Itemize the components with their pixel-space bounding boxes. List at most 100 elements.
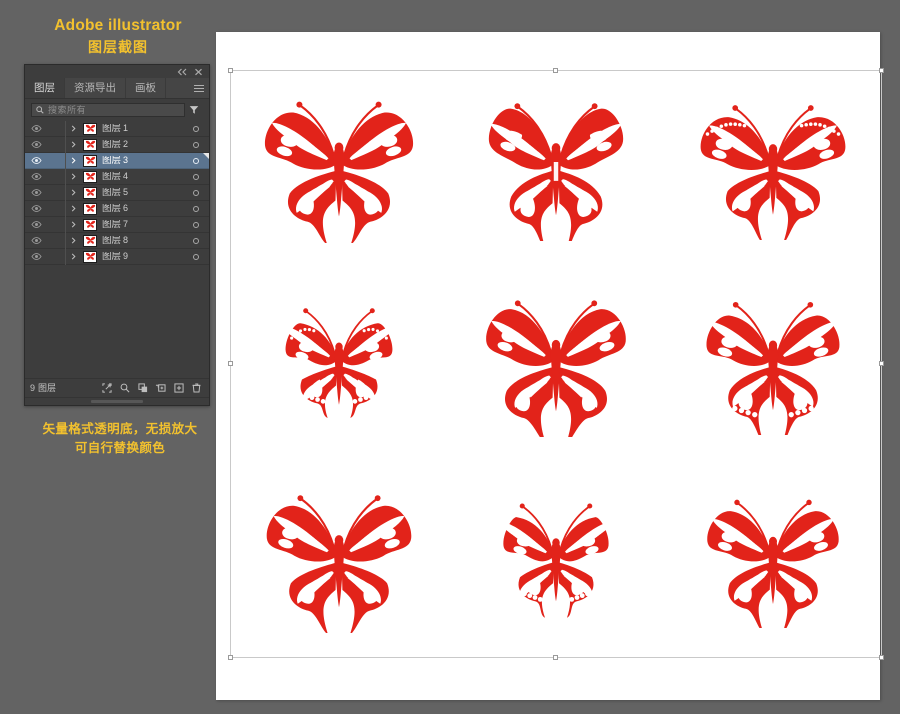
target-indicator[interactable] xyxy=(183,201,209,216)
eye-icon[interactable] xyxy=(25,137,47,152)
butterfly-thumbnail xyxy=(85,156,95,164)
target-indicator[interactable] xyxy=(183,137,209,152)
lock-column[interactable] xyxy=(47,201,65,216)
layer-row[interactable]: 图层 1 xyxy=(25,121,209,137)
lock-column[interactable] xyxy=(47,121,65,136)
layer-thumbnail[interactable] xyxy=(80,170,100,183)
chevron-right-icon[interactable] xyxy=(66,169,80,184)
butterfly-artwork-item[interactable] xyxy=(665,462,882,658)
layer-row[interactable]: 图层 7 xyxy=(25,216,209,233)
layer-row[interactable]: 图层 8 xyxy=(25,232,209,249)
layer-thumbnail[interactable] xyxy=(80,218,100,231)
lock-column[interactable] xyxy=(47,233,65,248)
layer-thumbnail[interactable] xyxy=(80,154,100,167)
layer-name[interactable]: 图层 2 xyxy=(100,140,183,150)
butterfly-artwork-item[interactable] xyxy=(447,70,664,266)
artboard-canvas[interactable] xyxy=(216,32,884,700)
chevron-right-icon[interactable] xyxy=(66,249,80,264)
tab-asset-export[interactable]: 资源导出 xyxy=(65,78,126,98)
layer-name[interactable]: 图层 6 xyxy=(100,204,183,214)
selection-marker xyxy=(203,153,209,159)
layer-thumbnail[interactable] xyxy=(80,138,100,151)
close-icon[interactable] xyxy=(192,66,205,77)
filter-icon[interactable] xyxy=(185,105,203,115)
eye-icon[interactable] xyxy=(25,121,47,136)
lock-column[interactable] xyxy=(47,137,65,152)
layer-row[interactable]: 图层 6 xyxy=(25,200,209,217)
search-icon xyxy=(36,106,44,114)
target-indicator[interactable] xyxy=(183,121,209,136)
layer-thumbnail[interactable] xyxy=(80,234,100,247)
lock-column[interactable] xyxy=(47,185,65,200)
layer-list[interactable]: 图层 1 图层 2 图层 3 图层 4 图层 5 图层 6 图层 7 图层 8 … xyxy=(25,121,209,378)
layer-thumbnail[interactable] xyxy=(80,202,100,215)
delete-layer-icon[interactable] xyxy=(191,383,202,394)
make-clipping-mask-icon[interactable] xyxy=(137,383,148,394)
layer-name[interactable]: 图层 5 xyxy=(100,188,183,198)
butterfly-artwork-item[interactable] xyxy=(447,462,664,658)
lock-column[interactable] xyxy=(47,169,65,184)
layer-name[interactable]: 图层 3 xyxy=(100,156,183,166)
butterfly-artwork-item[interactable] xyxy=(230,70,447,266)
eye-icon[interactable] xyxy=(25,185,47,200)
butterfly-artwork-item[interactable] xyxy=(230,266,447,462)
tab-layers[interactable]: 图层 xyxy=(25,78,65,98)
target-indicator[interactable] xyxy=(183,233,209,248)
layer-name[interactable]: 图层 9 xyxy=(100,252,183,262)
layer-thumbnail[interactable] xyxy=(80,122,100,135)
butterfly-artwork-item[interactable] xyxy=(447,266,664,462)
eye-icon[interactable] xyxy=(25,233,47,248)
chevron-right-icon[interactable] xyxy=(66,153,80,168)
panel-menu-icon[interactable] xyxy=(189,78,209,98)
lock-column[interactable] xyxy=(47,153,65,168)
eye-icon[interactable] xyxy=(25,153,47,168)
search-icon[interactable] xyxy=(119,383,130,394)
eye-icon[interactable] xyxy=(25,201,47,216)
title-block: Adobe illustrator 图层截图 xyxy=(28,16,208,57)
layer-name[interactable]: 图层 7 xyxy=(100,220,183,230)
chevron-right-icon[interactable] xyxy=(66,137,80,152)
eye-icon[interactable] xyxy=(25,217,47,232)
eye-icon[interactable] xyxy=(25,249,47,264)
layer-row[interactable]: 图层 9 xyxy=(25,248,209,265)
target-indicator[interactable] xyxy=(183,185,209,200)
new-sublayer-icon[interactable] xyxy=(155,383,166,394)
tab-artboards[interactable]: 画板 xyxy=(126,78,166,98)
search-input[interactable]: 搜索所有 xyxy=(31,103,185,117)
tabbar-spacer xyxy=(166,78,189,98)
chevron-right-icon[interactable] xyxy=(66,185,80,200)
lock-column[interactable] xyxy=(47,217,65,232)
chevron-right-icon[interactable] xyxy=(66,233,80,248)
layer-number: 6 xyxy=(123,203,129,213)
layer-name-text: 图层 xyxy=(102,235,122,246)
layer-number: 4 xyxy=(123,171,129,181)
layer-search-bar: 搜索所有 xyxy=(25,99,209,121)
layer-row[interactable]: 图层 3 xyxy=(25,152,209,169)
layer-row[interactable]: 图层 5 xyxy=(25,184,209,201)
locate-object-icon[interactable] xyxy=(101,383,112,394)
layer-thumbnail[interactable] xyxy=(80,186,100,199)
target-indicator[interactable] xyxy=(183,217,209,232)
layer-name[interactable]: 图层 4 xyxy=(100,172,183,182)
target-indicator[interactable] xyxy=(183,249,209,264)
butterfly-artwork-item[interactable] xyxy=(665,266,882,462)
chevron-right-icon[interactable] xyxy=(66,201,80,216)
layer-name[interactable]: 图层 1 xyxy=(100,124,183,134)
layer-name[interactable]: 图层 8 xyxy=(100,236,183,246)
chevron-right-icon[interactable] xyxy=(66,217,80,232)
layer-row[interactable]: 图层 4 xyxy=(25,168,209,185)
eye-icon[interactable] xyxy=(25,169,47,184)
layer-row[interactable]: 图层 2 xyxy=(25,136,209,153)
target-indicator[interactable] xyxy=(183,169,209,184)
layer-thumbnail[interactable] xyxy=(80,250,100,263)
double-chevron-left-icon[interactable] xyxy=(176,66,189,77)
new-layer-icon[interactable] xyxy=(173,383,184,394)
page-subtitle: 图层截图 xyxy=(88,39,148,55)
chevron-right-icon[interactable] xyxy=(66,121,80,136)
panel-resize-grip[interactable] xyxy=(25,397,209,405)
butterfly-artwork-item[interactable] xyxy=(230,462,447,658)
layer-name-text: 图层 xyxy=(102,187,122,198)
butterfly-artwork-item[interactable] xyxy=(665,70,882,266)
lock-column[interactable] xyxy=(47,249,65,264)
butterfly-6 xyxy=(706,301,840,435)
